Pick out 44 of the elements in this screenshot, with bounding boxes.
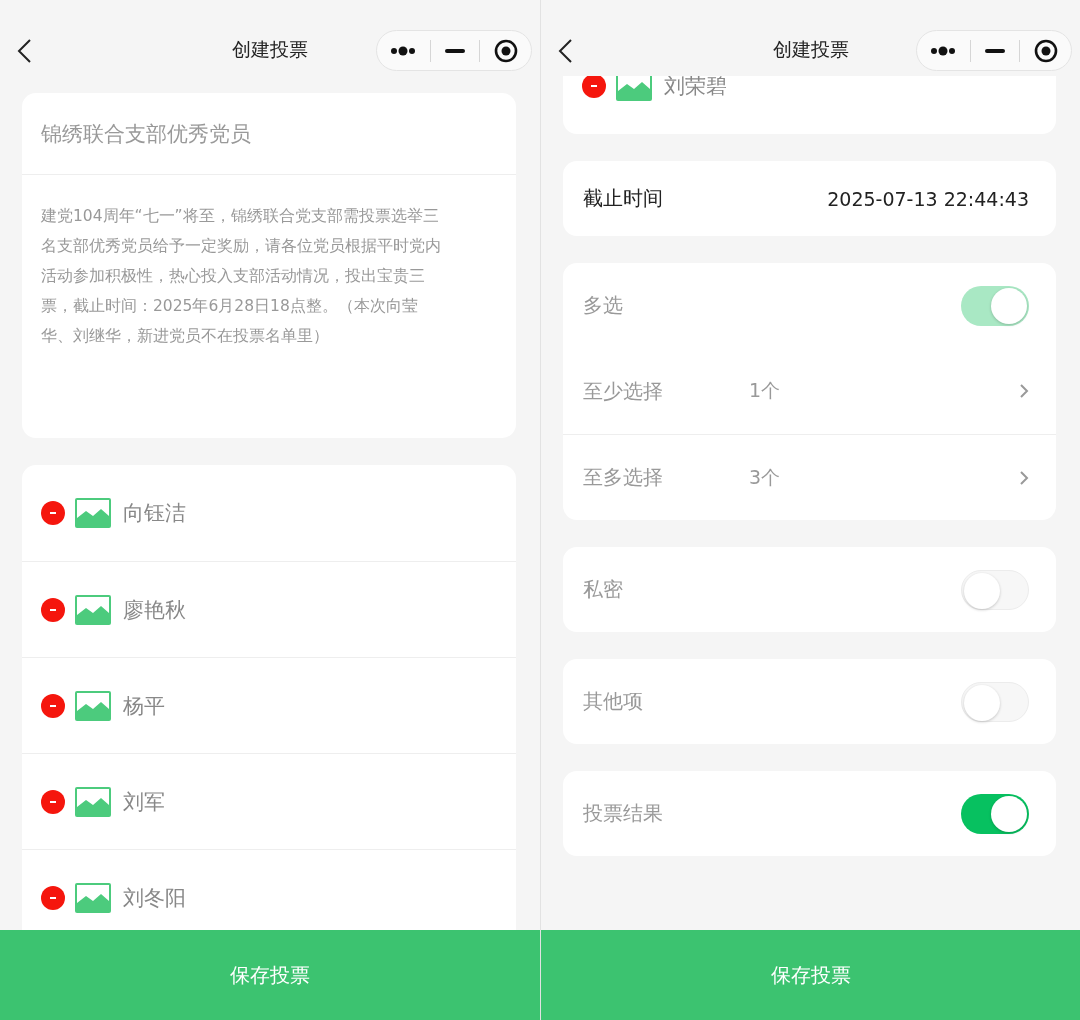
setting-label: 至少选择 bbox=[583, 377, 664, 405]
candidate-name: 刘军 bbox=[123, 788, 165, 816]
toggle-switch[interactable] bbox=[961, 569, 1029, 610]
save-button[interactable]: 保存投票 bbox=[0, 930, 540, 1020]
setting-value[interactable]: 3个 bbox=[749, 464, 1019, 491]
back-icon[interactable] bbox=[16, 38, 32, 64]
back-icon[interactable] bbox=[557, 38, 573, 64]
setting-value[interactable]: 1个 bbox=[749, 378, 1019, 404]
remove-icon[interactable] bbox=[41, 501, 65, 525]
remove-icon[interactable] bbox=[41, 885, 65, 910]
more-icon[interactable] bbox=[930, 45, 956, 56]
image-icon bbox=[75, 786, 111, 817]
image-icon bbox=[75, 498, 111, 528]
page-title: 创建投票 bbox=[232, 37, 308, 62]
image-icon bbox=[75, 594, 111, 625]
remove-icon[interactable] bbox=[41, 789, 65, 814]
remove-icon[interactable] bbox=[582, 76, 606, 98]
more-icon[interactable] bbox=[390, 45, 416, 56]
setting-label: 多选 bbox=[583, 292, 624, 319]
save-button[interactable]: 保存投票 bbox=[541, 930, 1080, 1020]
setting-label: 其他项 bbox=[583, 688, 644, 715]
minimize-icon[interactable] bbox=[985, 48, 1005, 53]
setting-label: 至多选择 bbox=[583, 464, 664, 491]
candidate-name: 杨平 bbox=[123, 692, 165, 720]
candidate-name: 向钰洁 bbox=[123, 500, 186, 527]
candidate-name: 廖艳秋 bbox=[123, 596, 186, 624]
page-title: 创建投票 bbox=[772, 37, 849, 62]
image-icon bbox=[75, 882, 111, 913]
chevron-right-icon bbox=[1019, 469, 1029, 486]
chevron-right-icon bbox=[1019, 383, 1029, 399]
toggle-switch[interactable] bbox=[961, 793, 1029, 834]
candidate-name: 刘冬阳 bbox=[123, 884, 186, 912]
vote-description[interactable]: 建党104周年“七一”将至，锦绣联合党支部需投票选举三名支部优秀党员给予一定奖励，请各位党员根据平时党内活动参加积极性，热心投入支部活动情况，投出宝贵三票，截止时间：2025年6月28日18点整。（本次向莹华、刘继华，新进党员不在投票名单里） bbox=[22, 175, 516, 438]
candidate-name: 刘荣碧 bbox=[664, 76, 727, 100]
remove-icon[interactable] bbox=[41, 597, 65, 622]
vote-title[interactable]: 锦绣联合支部优秀党员 bbox=[22, 93, 516, 175]
remove-icon[interactable] bbox=[41, 693, 65, 718]
toggle-switch[interactable] bbox=[961, 681, 1029, 722]
minimize-icon[interactable] bbox=[445, 48, 465, 53]
setting-label: 投票结果 bbox=[583, 800, 664, 827]
setting-label: 截止时间 bbox=[583, 185, 664, 212]
setting-label: 私密 bbox=[583, 576, 624, 603]
image-icon bbox=[75, 690, 111, 721]
deadline-value[interactable]: 2025-07-13 22:44:43 bbox=[827, 187, 1029, 210]
